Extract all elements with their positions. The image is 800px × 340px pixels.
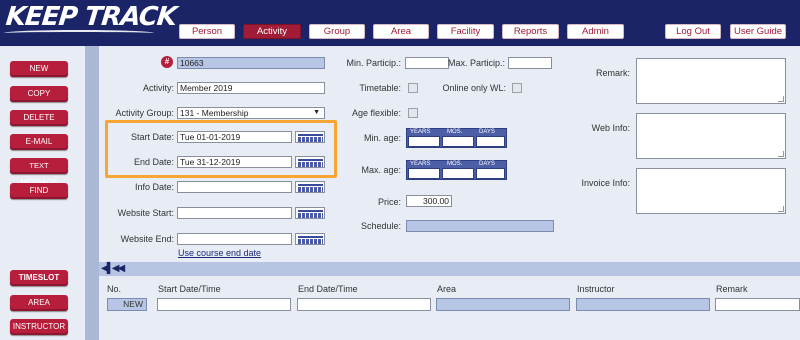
max-age-label: Max. age: <box>361 165 401 175</box>
info-date-label: Info Date: <box>134 182 174 192</box>
end-date-label: End Date: <box>133 157 174 167</box>
col-header-no: No. <box>107 284 122 294</box>
first-prev-arrows-icon[interactable]: ◀▌◀◀ <box>101 263 125 274</box>
max-age-months-input[interactable] <box>442 168 474 179</box>
price-label: Price: <box>377 197 401 207</box>
remark-textarea[interactable] <box>636 58 786 104</box>
nav-facility[interactable]: Facility <box>437 24 494 39</box>
nav-activity[interactable]: Activity <box>243 24 301 39</box>
copy-button[interactable]: COPY <box>10 86 68 102</box>
age-flexible-label: Age flexible: <box>351 108 401 118</box>
logo-swoosh <box>4 30 154 36</box>
min-age-years-label: YEARS <box>410 129 431 135</box>
timetable-checkbox[interactable] <box>408 83 418 93</box>
online-wl-checkbox[interactable] <box>512 83 522 93</box>
web-info-label: Web Info: <box>591 123 630 133</box>
info-date-calendar-icon[interactable] <box>295 181 325 193</box>
find-button[interactable]: FIND <box>10 183 68 199</box>
id-hash-icon: # <box>161 56 173 68</box>
min-age-months-input[interactable] <box>442 136 474 147</box>
remark-label: Remark: <box>595 68 630 78</box>
logout-button[interactable]: Log Out <box>665 24 721 39</box>
activity-label: Activity: <box>142 83 174 93</box>
min-particip-input[interactable] <box>405 57 449 69</box>
max-age-months-label: MOS. <box>447 161 463 167</box>
min-age-selector: YEARS MOS. DAYS <box>406 128 507 148</box>
web-info-textarea[interactable] <box>636 113 786 159</box>
activity-name-input[interactable]: Member 2019 <box>177 82 325 94</box>
website-end-label: Website End: <box>120 234 174 244</box>
new-button[interactable]: NEW <box>10 61 68 77</box>
activity-group-label: Activity Group: <box>115 108 174 118</box>
min-age-label: Min. age: <box>363 133 401 143</box>
invoice-info-textarea[interactable] <box>636 168 786 214</box>
info-date-input[interactable] <box>177 181 292 193</box>
col-header-remark: Remark <box>716 284 748 294</box>
price-input[interactable]: 300.00 <box>406 195 452 207</box>
area-field <box>436 298 570 311</box>
website-start-calendar-icon[interactable] <box>295 207 325 219</box>
timeslot-button[interactable]: TIMESLOT <box>10 270 68 286</box>
max-age-years-input[interactable] <box>408 168 440 179</box>
online-wl-label: Online only WL: <box>442 83 506 93</box>
delete-button[interactable]: DELETE <box>10 110 68 126</box>
nav-group[interactable]: Group <box>309 24 365 39</box>
min-age-days-label: DAYS <box>479 129 495 135</box>
col-header-start: Start Date/Time <box>158 284 221 294</box>
website-start-label: Website Start: <box>117 208 174 218</box>
website-end-input[interactable] <box>177 233 292 245</box>
nav-person[interactable]: Person <box>179 24 235 39</box>
schedule-field <box>406 220 554 232</box>
chevron-down-icon: ▼ <box>313 109 320 116</box>
min-age-months-label: MOS. <box>447 129 463 135</box>
website-start-input[interactable] <box>177 207 292 219</box>
max-age-selector: YEARS MOS. DAYS <box>406 160 507 180</box>
date-highlight-box <box>105 120 337 178</box>
col-header-end: End Date/Time <box>298 284 358 294</box>
activity-group-select[interactable]: 131 - Membership ▼ <box>177 107 325 119</box>
max-age-years-label: YEARS <box>410 161 431 167</box>
top-header: KEEP TRACK Person Activity Group Area Fa… <box>0 0 800 46</box>
remark-input[interactable] <box>715 298 800 311</box>
new-timeslot-button[interactable]: NEW <box>107 298 147 311</box>
use-course-end-date-link[interactable]: Use course end date <box>178 248 261 258</box>
nav-area[interactable]: Area <box>373 24 429 39</box>
activity-group-value: 131 - Membership <box>180 108 249 118</box>
end-date-calendar-icon[interactable] <box>295 156 325 168</box>
timeslot-table-toolbar: ◀▌◀◀ <box>99 262 800 276</box>
min-age-years-input[interactable] <box>408 136 440 147</box>
col-header-area: Area <box>437 284 457 294</box>
schedule-label: Schedule: <box>360 221 401 231</box>
max-age-days-input[interactable] <box>476 168 505 179</box>
website-end-calendar-icon[interactable] <box>295 233 325 245</box>
start-date-calendar-icon[interactable] <box>295 131 325 143</box>
max-particip-label: Max. Particip.: <box>447 58 505 68</box>
min-age-days-input[interactable] <box>476 136 505 147</box>
instructor-button[interactable]: INSTRUCTOR <box>10 319 68 335</box>
instructor-field <box>576 298 710 311</box>
invoice-info-label: Invoice Info: <box>581 178 630 188</box>
user-guide-button[interactable]: User Guide <box>730 24 786 39</box>
area-button[interactable]: AREA <box>10 295 68 311</box>
col-header-instructor: Instructor <box>577 284 615 294</box>
nav-reports[interactable]: Reports <box>502 24 559 39</box>
start-date-input[interactable]: Tue 01-01-2019 <box>177 131 292 143</box>
max-particip-input[interactable] <box>508 57 552 69</box>
start-datetime-input[interactable] <box>157 298 291 311</box>
timetable-label: Timetable: <box>359 83 401 93</box>
max-age-days-label: DAYS <box>479 161 495 167</box>
activity-id-field: 10663 <box>177 57 325 69</box>
end-date-input[interactable]: Tue 31-12-2019 <box>177 156 292 168</box>
email-button[interactable]: E-MAIL <box>10 134 68 150</box>
min-particip-label: Min. Particip.: <box>346 58 401 68</box>
age-flexible-checkbox[interactable] <box>408 108 418 118</box>
start-date-label: Start Date: <box>130 132 174 142</box>
sidebar-divider <box>85 46 99 340</box>
keep-track-logo: KEEP TRACK <box>4 2 178 32</box>
nav-admin[interactable]: Admin <box>567 24 624 39</box>
end-datetime-input[interactable] <box>297 298 431 311</box>
text-message-button[interactable]: TEXT MESSAGE <box>10 158 68 186</box>
